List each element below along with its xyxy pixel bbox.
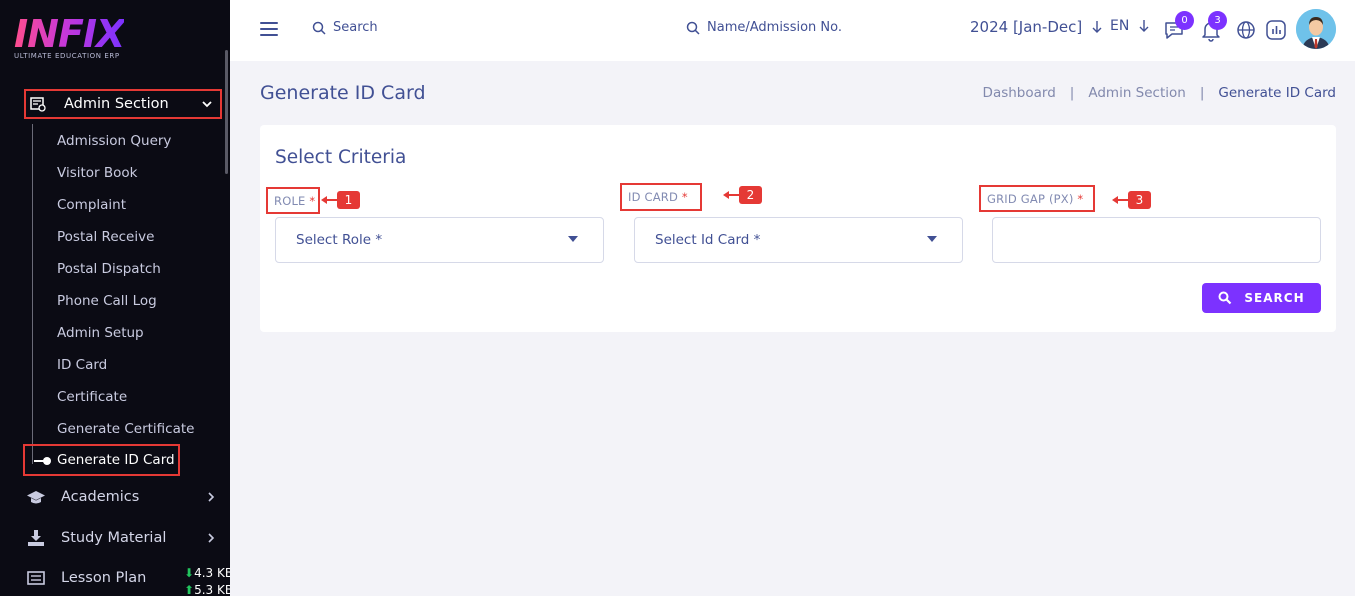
arrow-down-icon [1139, 20, 1149, 32]
sidebar-item-postal-receive[interactable]: Postal Receive [57, 229, 154, 245]
net-speed-down: 4.3 KB/s [194, 566, 230, 580]
avatar[interactable] [1296, 9, 1336, 49]
language-select[interactable]: EN [1110, 18, 1151, 34]
grid-gap-input[interactable] [992, 217, 1321, 263]
id-card-label: ID CARD * [628, 190, 688, 204]
user-avatar-icon [1296, 9, 1336, 49]
sidebar-item-study-material[interactable]: Study Material [26, 529, 216, 547]
top-header: Search Name/Admission No. 2024 [Jan-Dec]… [230, 0, 1355, 61]
sidebar-scrollbar[interactable] [225, 50, 228, 174]
chevron-down-icon [202, 101, 212, 108]
grid-gap-label-annotation: GRID GAP (PX) * [979, 185, 1095, 212]
breadcrumb-admin-section[interactable]: Admin Section [1088, 85, 1185, 101]
net-speed-widget: ⬇4.3 KB/s ⬆5.3 KB/s [184, 565, 230, 596]
arrow-down-icon [1092, 21, 1102, 33]
criteria-card: Select Criteria ROLE * 1 Select Role * I… [260, 125, 1336, 332]
role-select[interactable]: Select Role * [275, 217, 604, 263]
graduation-cap-icon [27, 491, 45, 504]
admin-section-icon [30, 97, 46, 112]
annotation-marker-1: 1 [337, 191, 360, 209]
chevron-right-icon [208, 533, 215, 543]
annotation-marker-3: 3 [1128, 191, 1151, 209]
search-button[interactable]: SEARCH [1202, 283, 1321, 313]
sidebar-item-admission-query[interactable]: Admission Query [57, 133, 171, 149]
academic-year-select[interactable]: 2024 [Jan-Dec] [970, 18, 1104, 36]
chart-icon[interactable] [1264, 18, 1288, 42]
logo-text: INFIX [14, 12, 125, 56]
breadcrumb-separator: | [1069, 85, 1075, 101]
breadcrumb: Dashboard | Admin Section | Generate ID … [983, 85, 1336, 101]
breadcrumb-separator: | [1199, 85, 1205, 101]
sidebar-item-label: Generate ID Card [57, 452, 175, 468]
arrow-up-icon: ⬆ [184, 583, 195, 596]
arrow-down-icon: ⬇ [184, 566, 195, 580]
card-title: Select Criteria [275, 147, 407, 168]
list-icon [27, 571, 45, 585]
sidebar-item-label: Study Material [61, 530, 167, 546]
active-indicator-dot [43, 457, 51, 465]
submenu-line [32, 124, 33, 464]
sidebar-item-academics[interactable]: Academics [26, 488, 216, 506]
sidebar-item-postal-dispatch[interactable]: Postal Dispatch [57, 261, 161, 277]
id-card-select-placeholder: Select Id Card * [655, 232, 761, 248]
breadcrumb-dashboard[interactable]: Dashboard [983, 85, 1056, 101]
download-icon [28, 530, 44, 546]
student-search-label: Name/Admission No. [707, 20, 842, 35]
grid-gap-label: GRID GAP (PX) * [987, 191, 1084, 206]
sidebar-item-admin-section[interactable]: Admin Section [24, 89, 222, 119]
search-label: Search [333, 20, 378, 35]
role-label: ROLE * [274, 193, 316, 208]
id-card-label-annotation: ID CARD * [620, 183, 702, 211]
search-icon [686, 21, 700, 35]
annotation-marker-2: 2 [739, 186, 762, 204]
search-icon [1218, 291, 1232, 305]
sidebar: INFIX ULTIMATE EDUCATION ERP Admin Secti… [0, 0, 230, 596]
student-search[interactable]: Name/Admission No. [686, 20, 842, 35]
id-card-select[interactable]: Select Id Card * [634, 217, 963, 263]
logo-tagline: ULTIMATE EDUCATION ERP [14, 52, 120, 60]
role-label-annotation: ROLE * [266, 187, 320, 214]
sidebar-item-certificate[interactable]: Certificate [57, 389, 127, 405]
notifications-badge: 3 [1208, 11, 1227, 30]
sidebar-item-phone-call-log[interactable]: Phone Call Log [57, 293, 157, 309]
brand-logo[interactable]: INFIX ULTIMATE EDUCATION ERP [14, 12, 125, 60]
search-button-label: SEARCH [1244, 291, 1305, 305]
academic-year-value: 2024 [Jan-Dec] [970, 18, 1083, 36]
role-select-placeholder: Select Role * [296, 232, 383, 248]
sidebar-item-label: Academics [61, 489, 140, 505]
caret-down-icon [568, 236, 578, 242]
sidebar-item-admin-setup[interactable]: Admin Setup [57, 325, 144, 341]
sidebar-item-complaint[interactable]: Complaint [57, 197, 126, 213]
messages-badge: 0 [1175, 11, 1194, 30]
sidebar-item-id-card[interactable]: ID Card [57, 357, 107, 373]
language-value: EN [1110, 18, 1130, 34]
global-search[interactable]: Search [312, 20, 378, 35]
search-icon [312, 21, 326, 35]
net-speed-up: 5.3 KB/s [194, 583, 230, 596]
sidebar-item-visitor-book[interactable]: Visitor Book [57, 165, 137, 181]
page-title: Generate ID Card [260, 82, 426, 104]
chevron-right-icon [208, 492, 215, 502]
caret-down-icon [927, 236, 937, 242]
breadcrumb-current: Generate ID Card [1218, 85, 1336, 101]
sidebar-item-label: Admin Section [64, 96, 169, 112]
menu-toggle-icon[interactable] [260, 22, 278, 36]
globe-icon[interactable] [1234, 18, 1258, 42]
sidebar-item-generate-certificate[interactable]: Generate Certificate [57, 421, 194, 437]
